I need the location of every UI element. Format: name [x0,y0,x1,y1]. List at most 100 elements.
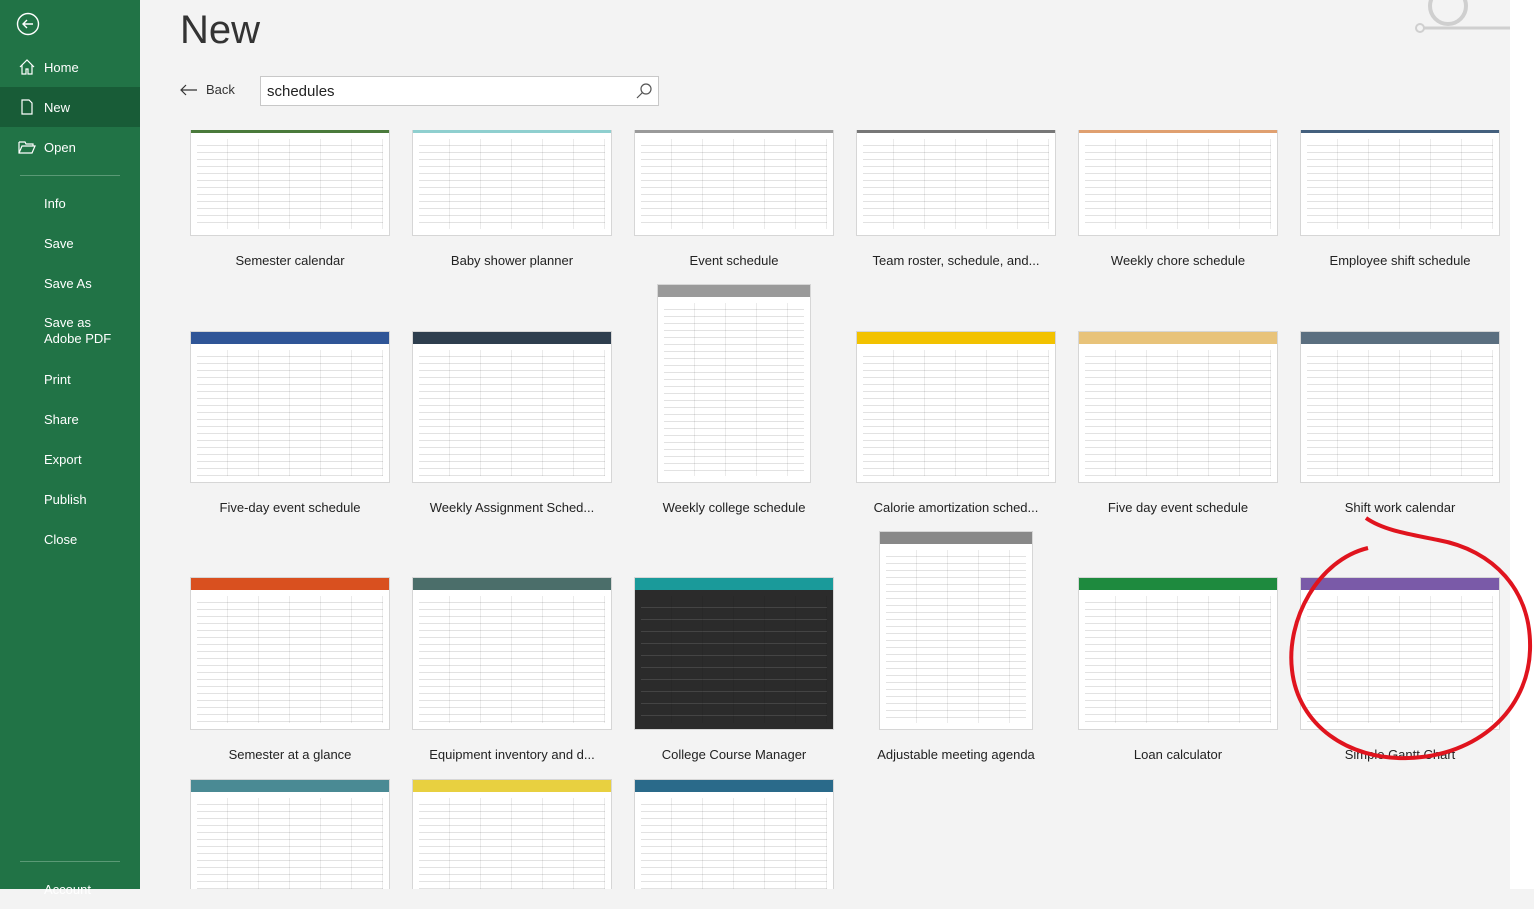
thumbnail-columns [863,350,1049,476]
template-thumbnail[interactable] [634,577,834,730]
thumbnail-header [191,130,389,133]
template-name[interactable]: Team roster, schedule, and... [845,253,1067,268]
sidebar-item-account[interactable]: Account [0,869,140,909]
template-name[interactable]: Semester calendar [179,253,401,268]
sidebar-item-label: Share [44,411,79,427]
search-icon[interactable] [630,77,658,105]
template-thumbnail[interactable] [856,331,1056,483]
template-thumbnail[interactable] [412,779,612,889]
sidebar-item-label: Export [44,451,82,467]
thumbnail-columns [664,303,804,476]
template-name[interactable]: Loan calculator [1067,747,1289,762]
thumbnail-header [413,578,611,590]
back-link[interactable]: Back [180,82,235,97]
template-name[interactable]: Weekly chore schedule [1067,253,1289,268]
sidebar-divider [20,861,120,862]
template-name[interactable]: Semester at a glance [179,747,401,762]
sidebar-item-save[interactable]: Save [0,223,140,263]
thumbnail-columns [863,139,1049,229]
template-thumbnail[interactable] [634,130,834,236]
sidebar-item-save-as[interactable]: Save As [0,263,140,303]
new-file-icon [21,99,33,115]
page-title: New [180,8,261,52]
template-name[interactable]: Shift work calendar [1289,500,1510,515]
sidebar-item-export[interactable]: Export [0,439,140,479]
template-thumbnail[interactable] [190,779,390,889]
template-thumbnail[interactable] [412,130,612,236]
template-name[interactable]: Weekly college schedule [623,500,845,515]
sidebar-item-label: Close [44,531,78,547]
sidebar-item-label: Home [44,59,79,75]
template-name[interactable]: College Course Manager [623,747,845,762]
thumbnail-header [857,332,1055,344]
sidebar-item-close[interactable]: Close [0,519,140,559]
sidebar-item-print[interactable]: Print [0,359,140,399]
template-thumbnail[interactable] [412,331,612,483]
template-name[interactable]: Weekly Assignment Sched... [401,500,623,515]
template-thumbnail[interactable] [657,284,811,483]
thumbnail-header [413,780,611,792]
template-name[interactable]: Event schedule [623,253,845,268]
template-thumbnail[interactable] [1300,130,1500,236]
template-name[interactable]: Employee shift schedule [1289,253,1510,268]
thumbnail-header [191,332,389,344]
thumbnail-header [1301,578,1499,590]
template-name[interactable]: Equipment inventory and d... [401,747,623,762]
thumbnail-header [880,532,1032,544]
sidebar-item-info[interactable]: Info [0,183,140,223]
thumbnail-columns [641,596,827,723]
template-thumbnail[interactable] [190,331,390,483]
open-folder-icon [18,141,36,154]
template-name[interactable]: Baby shower planner [401,253,623,268]
template-search-box[interactable] [260,76,659,106]
template-name[interactable]: Calorie amortization sched... [845,500,1067,515]
thumbnail-columns [1085,596,1271,723]
template-thumbnail[interactable] [190,577,390,730]
thumbnail-columns [641,139,827,229]
back-label: Back [206,82,235,97]
sidebar-item-open[interactable]: Open [0,127,140,167]
thumbnail-columns [1085,139,1271,229]
template-thumbnail[interactable] [1078,130,1278,236]
template-gallery: Semester calendar Baby shower planner Even… [140,130,1510,889]
search-input[interactable] [261,82,630,100]
thumbnail-columns [197,139,383,229]
template-thumbnail[interactable] [879,531,1033,730]
thumbnail-header [191,578,389,590]
template-thumbnail[interactable] [1300,577,1500,730]
sidebar-item-label: Publish [44,491,87,507]
sidebar-item-label: Account [44,881,91,897]
template-thumbnail[interactable] [190,130,390,236]
template-thumbnail[interactable] [412,577,612,730]
template-thumbnail[interactable] [1078,577,1278,730]
sidebar-item-home[interactable]: Home [0,47,140,87]
sidebar-item-publish[interactable]: Publish [0,479,140,519]
thumbnail-header [1301,332,1499,344]
back-arrow-icon[interactable] [16,12,40,36]
thumbnail-columns [197,596,383,723]
thumbnail-header [635,780,833,792]
thumbnail-columns [1085,350,1271,476]
template-name[interactable]: Five-day event schedule [179,500,401,515]
template-thumbnail[interactable] [1078,331,1278,483]
template-thumbnail[interactable] [856,130,1056,236]
thumbnail-columns [1307,139,1493,229]
sidebar-item-share[interactable]: Share [0,399,140,439]
template-thumbnail[interactable] [634,779,834,889]
sidebar-item-new[interactable]: New [0,87,140,127]
thumbnail-columns [419,350,605,476]
thumbnail-header [635,578,833,590]
sidebar-item-label: Save As [44,275,92,291]
thumbnail-columns [641,798,827,889]
vertical-scrollbar[interactable] [1510,0,1534,889]
thumbnail-columns [419,798,605,889]
template-name[interactable]: Simple Gantt Chart [1289,747,1510,762]
sidebar-item-label: Save [44,235,74,251]
sidebar-item-save-as-pdf[interactable]: Save as Adobe PDF [0,311,140,351]
template-name[interactable]: Five day event schedule [1067,500,1289,515]
template-name[interactable]: Adjustable meeting agenda [845,747,1067,762]
sidebar-item-label: Info [44,195,66,211]
thumbnail-columns [419,139,605,229]
template-thumbnail[interactable] [1300,331,1500,483]
thumbnail-columns [197,798,383,889]
